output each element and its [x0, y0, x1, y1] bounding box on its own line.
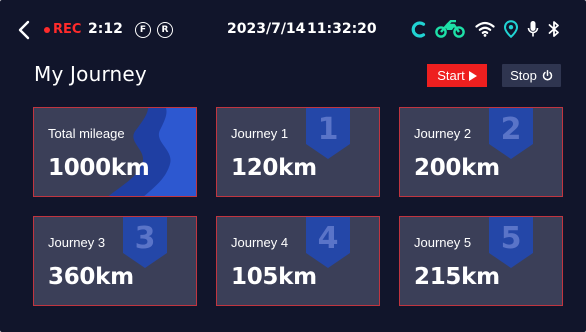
journey-5-badge-icon: 5 [489, 217, 533, 268]
card-label: Journey 4 [231, 235, 289, 250]
card-label: Journey 3 [48, 235, 106, 250]
card-value: 360km [48, 264, 134, 290]
badge-number: 2 [501, 112, 522, 147]
wifi-icon [474, 18, 496, 40]
journey-screen: REC 2:12 F R 2023/7/14 11:32:20 My Journ… [0, 0, 586, 332]
card-journey-2[interactable]: 2 Journey 2 200km [399, 107, 563, 197]
location-icon [502, 18, 520, 40]
journey-1-badge-icon: 1 [306, 108, 350, 159]
journey-4-badge-icon: 4 [306, 217, 350, 268]
road-graphic-icon [108, 108, 196, 196]
recording-indicator: REC [44, 22, 81, 37]
front-indicator-letter: F [139, 25, 147, 35]
rear-indicator-letter: R [161, 25, 169, 35]
card-total-mileage[interactable]: Total mileage 1000km [33, 107, 197, 197]
card-journey-1[interactable]: 1 Journey 1 120km [216, 107, 380, 197]
badge-number: 1 [318, 112, 339, 147]
rec-time: 2:12 [88, 21, 123, 37]
card-label: Journey 2 [414, 126, 472, 141]
card-label: Total mileage [48, 126, 125, 141]
card-value: 105km [231, 264, 317, 290]
card-journey-4[interactable]: 4 Journey 4 105km [216, 216, 380, 306]
rear-camera-indicator: R [157, 22, 173, 38]
back-button[interactable] [14, 18, 34, 42]
bluetooth-icon [546, 18, 562, 40]
back-arrow-icon [18, 20, 30, 40]
card-journey-5[interactable]: 5 Journey 5 215km [399, 216, 563, 306]
stop-label: Stop [510, 68, 537, 83]
microphone-icon [526, 18, 540, 40]
badge-number: 4 [318, 221, 339, 256]
front-camera-indicator: F [135, 22, 151, 38]
card-label: Journey 1 [231, 126, 289, 141]
journey-3-badge-icon: 3 [123, 217, 167, 268]
card-value: 200km [414, 155, 500, 181]
power-icon [542, 70, 553, 81]
rec-label: REC [53, 22, 82, 37]
play-icon [468, 70, 477, 81]
connect-icon [410, 18, 428, 40]
card-value: 215km [414, 264, 500, 290]
badge-number: 5 [501, 221, 522, 256]
start-button[interactable]: Start [427, 64, 487, 87]
stop-button[interactable]: Stop [502, 64, 561, 87]
start-label: Start [437, 68, 465, 83]
page-title: My Journey [34, 62, 147, 86]
motorcycle-icon [434, 18, 466, 40]
status-time: 11:32:20 [307, 21, 377, 37]
card-value: 1000km [48, 155, 150, 181]
journey-2-badge-icon: 2 [489, 108, 533, 159]
card-journey-3[interactable]: 3 Journey 3 360km [33, 216, 197, 306]
rec-dot-icon [44, 26, 50, 33]
status-date: 2023/7/14 [227, 21, 306, 37]
card-value: 120km [231, 155, 317, 181]
status-bar: REC 2:12 F R 2023/7/14 11:32:20 [0, 0, 586, 56]
card-label: Journey 5 [414, 235, 472, 250]
badge-number: 3 [135, 221, 156, 256]
